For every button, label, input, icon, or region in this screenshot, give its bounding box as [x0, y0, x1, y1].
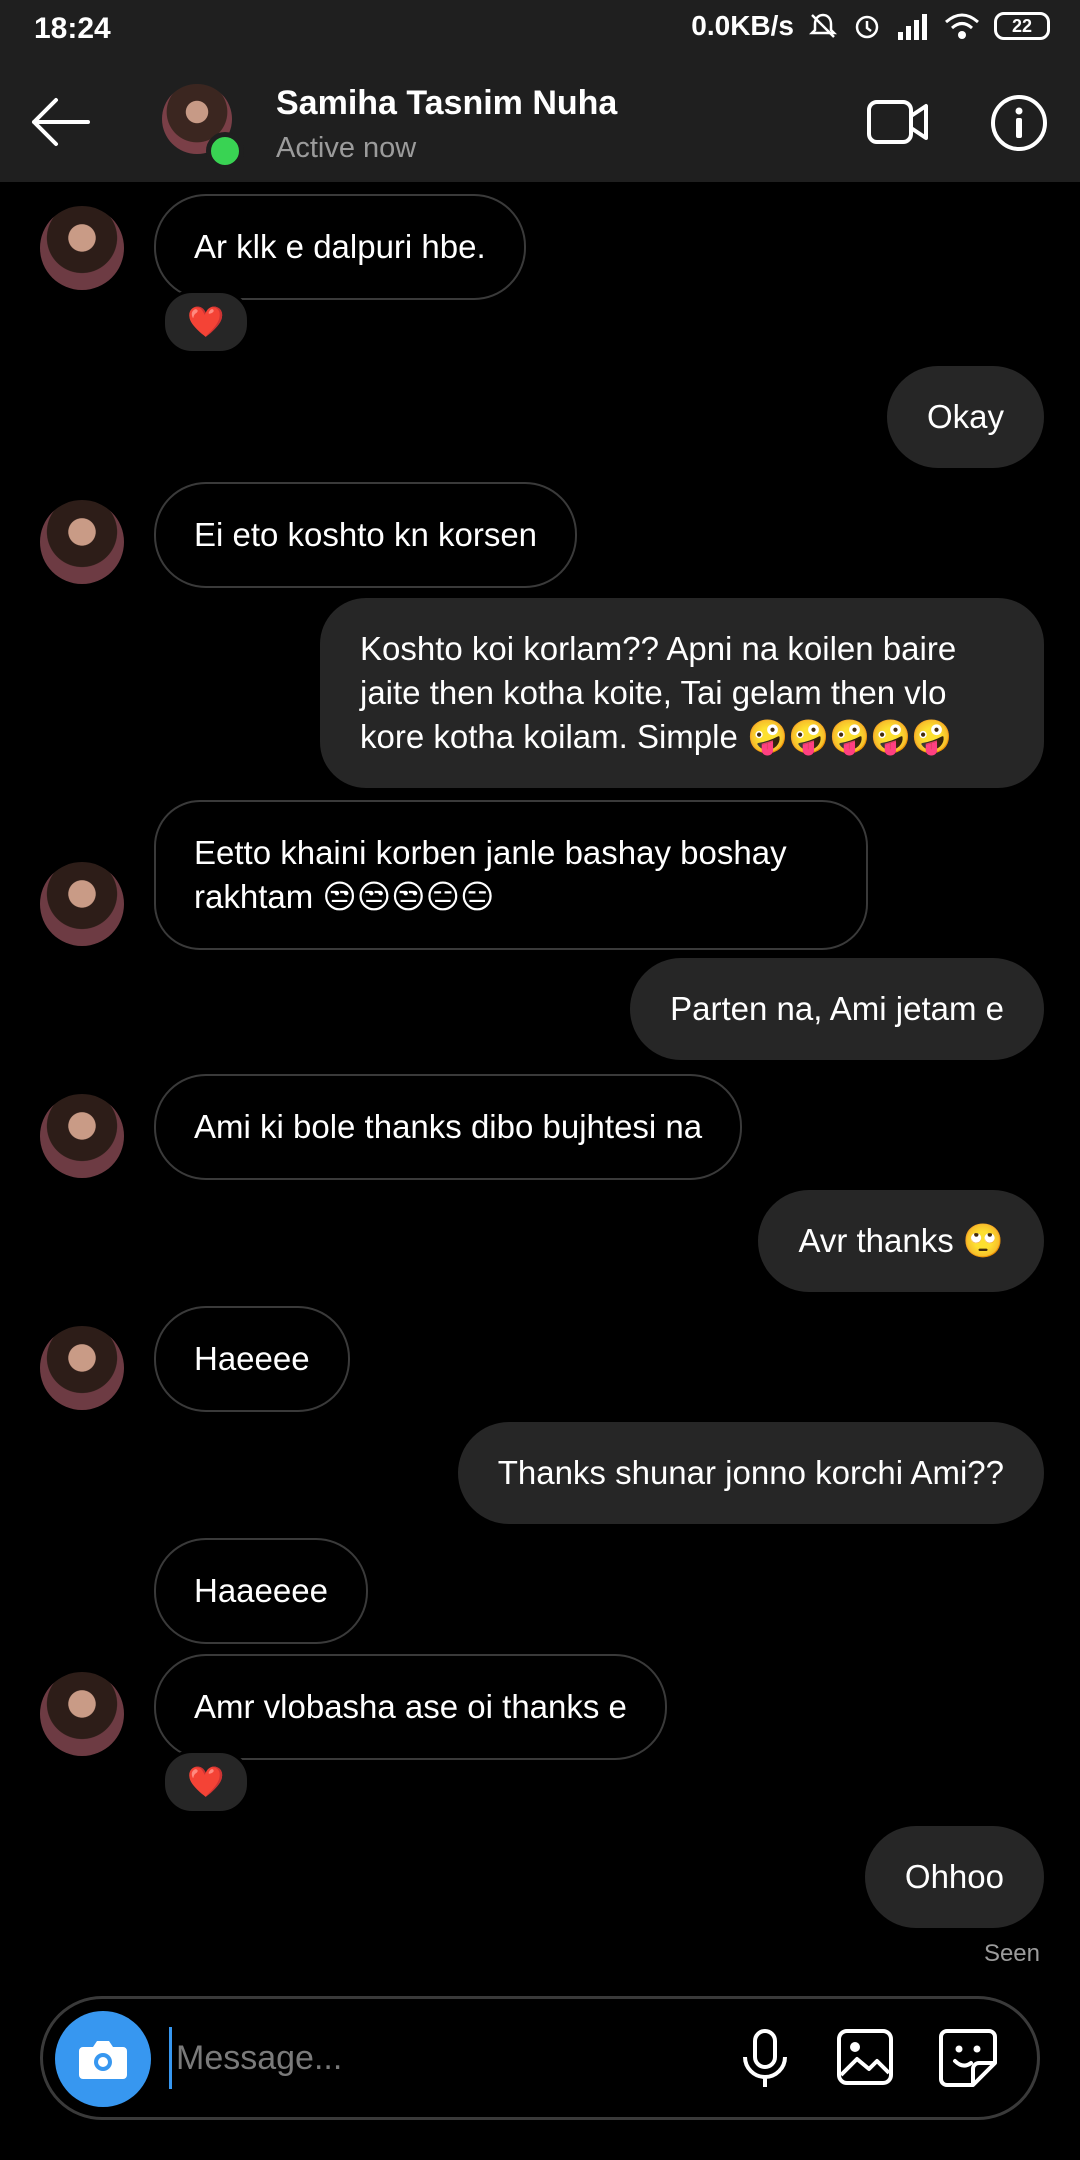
- status-time: 18:24: [34, 12, 111, 45]
- battery-icon: 22: [994, 12, 1050, 40]
- contact-status: Active now: [276, 132, 417, 164]
- message-bubble-incoming[interactable]: Eetto khaini korben janle bashay boshay …: [154, 800, 868, 950]
- message-bubble-incoming[interactable]: Ami ki bole thanks dibo bujhtesi na: [154, 1074, 743, 1180]
- contact-name[interactable]: Samiha Tasnim Nuha: [276, 84, 617, 123]
- microphone-icon[interactable]: [735, 2027, 795, 2091]
- reaction-heart[interactable]: ❤️: [162, 1750, 250, 1814]
- back-arrow-icon[interactable]: [28, 96, 92, 148]
- contact-avatar-small[interactable]: [40, 1672, 124, 1756]
- message-bubble-incoming[interactable]: Ei eto koshto kn korsen: [154, 482, 578, 588]
- status-bar: 18:24 0.0KB/s 22: [0, 0, 1080, 62]
- message-bubble-incoming[interactable]: Amr vlobasha ase oi thanks e: [154, 1654, 667, 1760]
- network-speed: 0.0KB/s: [691, 10, 794, 41]
- mute-icon: [808, 11, 838, 41]
- online-indicator: [206, 132, 244, 170]
- contact-avatar-small[interactable]: [40, 862, 124, 946]
- contact-avatar-small[interactable]: [40, 1326, 124, 1410]
- message-bubble-incoming[interactable]: Haeeee: [154, 1306, 350, 1412]
- alarm-icon: [852, 11, 882, 41]
- signal-icon: [896, 12, 930, 40]
- message-bubble-outgoing[interactable]: Ohhoo: [864, 1826, 1044, 1928]
- camera-icon[interactable]: [55, 2011, 151, 2107]
- status-icons: 0.0KB/s 22: [691, 10, 1050, 42]
- video-call-icon[interactable]: [866, 98, 930, 146]
- contact-avatar-small[interactable]: [40, 1094, 124, 1178]
- message-bubble-outgoing[interactable]: Koshto koi korlam?? Apni na koilen baire…: [320, 598, 1044, 788]
- wifi-icon: [944, 12, 980, 40]
- reaction-heart[interactable]: ❤️: [162, 290, 250, 354]
- gallery-icon[interactable]: [835, 2027, 895, 2087]
- message-input[interactable]: [169, 2027, 738, 2089]
- message-bubble-outgoing[interactable]: Avr thanks 🙄: [758, 1190, 1044, 1292]
- message-bubble-outgoing[interactable]: Thanks shunar jonno korchi Ami??: [457, 1422, 1044, 1524]
- contact-avatar-small[interactable]: [40, 206, 124, 290]
- sticker-icon[interactable]: [937, 2027, 999, 2089]
- info-icon[interactable]: [990, 94, 1048, 152]
- message-bubble-outgoing[interactable]: Okay: [886, 366, 1044, 468]
- contact-avatar-small[interactable]: [40, 500, 124, 584]
- message-bubble-outgoing[interactable]: Parten na, Ami jetam e: [630, 958, 1044, 1060]
- message-bubble-incoming[interactable]: Haaeeee: [154, 1538, 368, 1644]
- seen-indicator: Seen: [983, 1940, 1040, 1967]
- message-composer: [40, 1996, 1040, 2120]
- message-bubble-incoming[interactable]: Ar klk e dalpuri hbe.: [154, 194, 526, 300]
- chat-header: Samiha Tasnim Nuha Active now: [0, 62, 1080, 182]
